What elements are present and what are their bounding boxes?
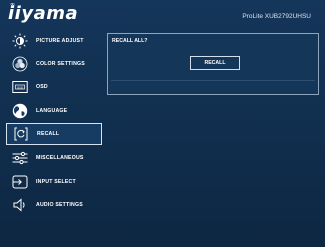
sliders-icon — [12, 150, 28, 166]
panel-divider — [111, 80, 315, 81]
model-name: ProLite XUB2792UHSU — [242, 13, 311, 20]
menu-item-picture-adjust[interactable]: PICTURE ADJUST — [6, 30, 102, 52]
speaker-icon — [12, 197, 28, 213]
menu-item-audio-settings[interactable]: AUDIO SETTINGS — [6, 194, 102, 216]
recall-panel: RECALL ALL? RECALL — [107, 33, 319, 95]
menu-label: AUDIO SETTINGS — [36, 202, 83, 208]
osd-menu: PICTURE ADJUST COLOR SETTINGS OSD OSD LA… — [6, 30, 104, 220]
menu-label: LANGUAGE — [36, 108, 68, 114]
menu-label: INPUT SELECT — [36, 179, 76, 185]
input-select-icon — [12, 174, 28, 190]
menu-item-osd[interactable]: OSD OSD — [6, 76, 102, 98]
menu-label: PICTURE ADJUST — [36, 38, 84, 44]
recall-icon — [13, 126, 29, 142]
panel-title: RECALL ALL? — [112, 38, 148, 44]
menu-item-color-settings[interactable]: COLOR SETTINGS — [6, 53, 102, 75]
recall-button[interactable]: RECALL — [190, 56, 240, 70]
menu-label: MISCELLANEOUS — [36, 155, 84, 161]
color-settings-icon — [12, 56, 28, 72]
osd-window: ∞ iiyama ProLite XUB2792UHSU PICTURE ADJ… — [0, 0, 325, 247]
menu-item-recall[interactable]: RECALL — [6, 123, 102, 145]
menu-item-input-select[interactable]: INPUT SELECT — [6, 171, 102, 193]
svg-text:OSD: OSD — [17, 85, 24, 89]
menu-label: RECALL — [37, 131, 60, 137]
brand-logo: iiyama — [8, 3, 79, 24]
picture-adjust-icon — [12, 33, 28, 49]
osd-icon: OSD — [12, 79, 28, 95]
globe-icon — [12, 103, 28, 119]
menu-item-language[interactable]: LANGUAGE — [6, 100, 102, 122]
menu-item-miscellaneous[interactable]: MISCELLANEOUS — [6, 147, 102, 169]
menu-label: COLOR SETTINGS — [36, 61, 85, 67]
osd-header: ∞ iiyama ProLite XUB2792UHSU — [0, 0, 325, 30]
menu-label: OSD — [36, 84, 48, 90]
